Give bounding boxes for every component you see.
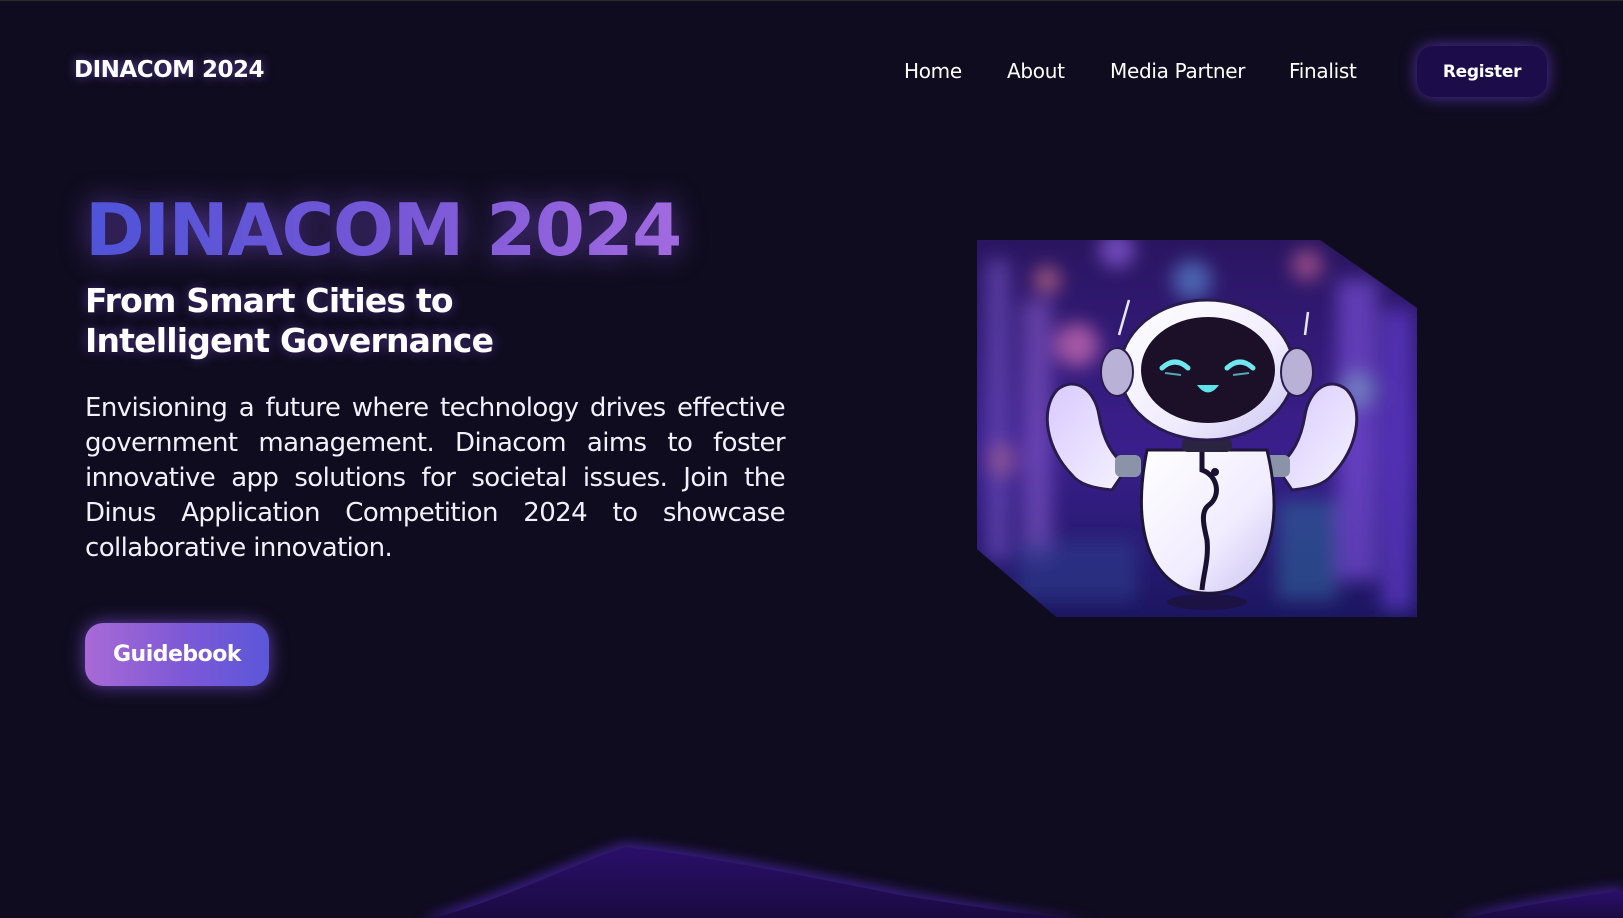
nav-link-media-partner[interactable]: Media Partner [1110, 59, 1246, 83]
nav-link-finalist[interactable]: Finalist [1289, 59, 1357, 83]
register-button[interactable]: Register [1417, 46, 1547, 97]
page: DINACOM 2024 Home About Media Partner Fi… [0, 0, 1623, 918]
nav-link-about[interactable]: About [1007, 59, 1065, 83]
robot-mascot-icon [977, 240, 1417, 617]
navbar: DINACOM 2024 Home About Media Partner Fi… [0, 1, 1623, 141]
guidebook-button[interactable]: Guidebook [85, 623, 269, 686]
bottom-wave-decoration [423, 843, 1623, 918]
hero-title: DINACOM 2024 [85, 188, 682, 272]
hero-image [977, 240, 1417, 617]
nav-link-home[interactable]: Home [904, 59, 962, 83]
hero-description: Envisioning a future where technology dr… [85, 393, 786, 563]
hero-subtitle: From Smart Cities to Intelligent Governa… [85, 281, 494, 360]
nav-menu: Home About Media Partner Finalist [0, 59, 1623, 89]
